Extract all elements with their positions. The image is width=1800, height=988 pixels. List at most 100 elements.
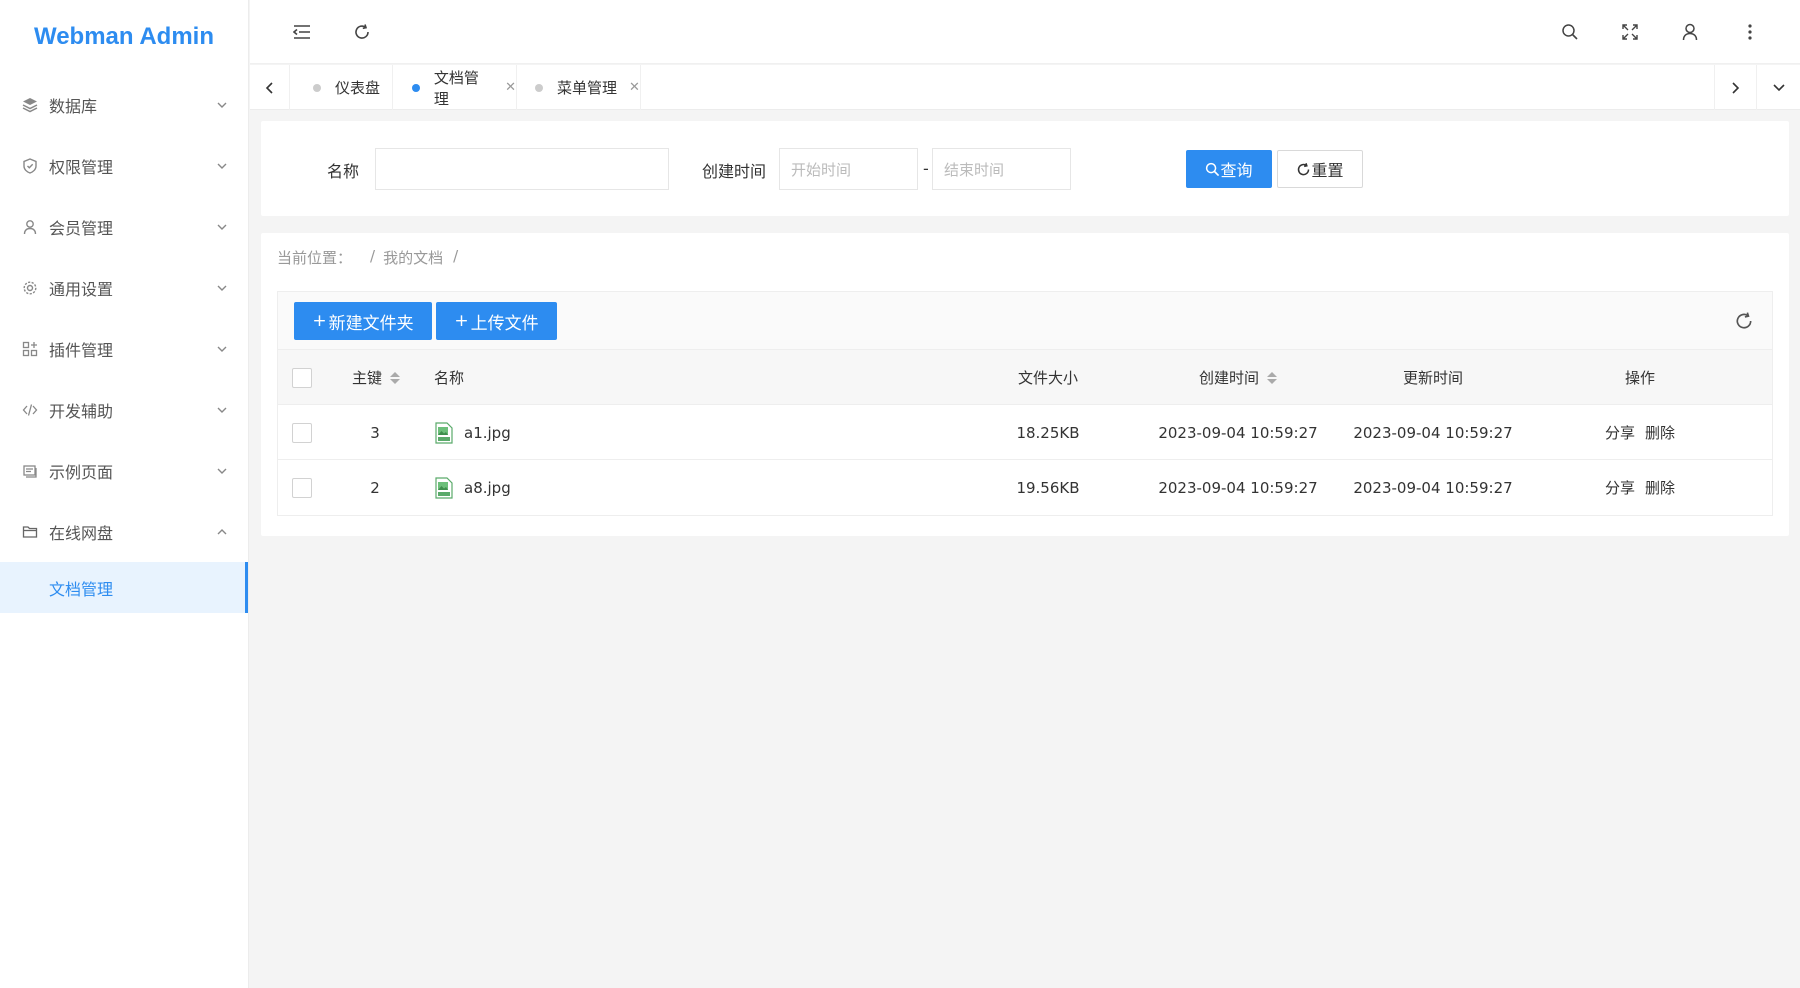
tab-scroll-left-icon[interactable] [250, 65, 290, 110]
column-created[interactable]: 创建时间 [1138, 350, 1338, 405]
code-icon [22, 402, 38, 418]
end-time-input[interactable]: 结束时间 [932, 148, 1071, 190]
sort-icon[interactable] [1267, 371, 1277, 384]
select-all-checkbox[interactable] [292, 367, 312, 388]
cell-id: 3 [370, 423, 380, 442]
sidebar-item-dev-tools[interactable]: 开发辅助 [0, 379, 248, 440]
menu-fold-icon[interactable] [290, 20, 314, 44]
cell-id: 2 [370, 478, 380, 497]
tab-menus[interactable]: 菜单管理 ✕ [517, 65, 641, 110]
gear-icon [22, 280, 38, 296]
table-row[interactable]: 3 a1.jpg 18.25KB 2023-09-04 10:59:27 202… [278, 405, 1772, 460]
close-icon[interactable]: ✕ [505, 80, 516, 95]
cell-created: 2023-09-04 10:59:27 [1158, 423, 1318, 442]
sidebar-item-examples[interactable]: 示例页面 [0, 440, 248, 501]
page-icon [22, 463, 38, 479]
new-folder-button[interactable]: + 新建文件夹 [294, 302, 432, 340]
sidebar-item-netdisk[interactable]: 在线网盘 [0, 501, 248, 562]
column-id-label: 主键 [352, 369, 383, 387]
sidebar-item-label: 权限管理 [49, 157, 114, 177]
query-button[interactable]: 查询 [1186, 150, 1272, 188]
cell-name[interactable]: a1.jpg [434, 405, 734, 460]
sidebar-item-label: 会员管理 [49, 218, 114, 238]
cell-actions: 分享 删除 [1540, 405, 1740, 460]
sidebar-item-plugins[interactable]: 插件管理 [0, 318, 248, 379]
image-file-icon [435, 421, 453, 444]
share-button[interactable]: 分享 [1605, 422, 1635, 443]
sidebar-item-settings[interactable]: 通用设置 [0, 257, 248, 318]
tab-status-dot [313, 83, 321, 92]
refresh-icon[interactable] [350, 20, 374, 44]
column-size: 文件大小 [1017, 369, 1078, 387]
plus-icon: + [312, 311, 327, 331]
name-label: 名称 [327, 162, 360, 181]
sidebar-item-permissions[interactable]: 权限管理 [0, 135, 248, 196]
row-checkbox[interactable] [292, 477, 312, 498]
breadcrumb-prefix: 当前位置： [277, 249, 353, 267]
upload-file-label: 上传文件 [470, 313, 539, 334]
cell-created: 2023-09-04 10:59:27 [1158, 478, 1318, 497]
tab-scroll-right-icon[interactable] [1714, 65, 1754, 110]
sidebar-item-database[interactable]: 数据库 [0, 74, 248, 135]
file-name-label: a1.jpg [464, 423, 511, 442]
sidebar-subitem-documents[interactable]: 文档管理 [0, 562, 248, 613]
chevron-down-icon [217, 163, 227, 169]
breadcrumb-folder[interactable]: 我的文档 [383, 247, 443, 268]
search-icon [1206, 162, 1220, 176]
database-icon [22, 97, 38, 113]
cell-name[interactable]: a8.jpg [434, 460, 734, 515]
sort-icon[interactable] [390, 371, 401, 384]
search-icon[interactable] [1558, 20, 1582, 44]
table-row[interactable]: 2 a8.jpg 19.56KB 2023-09-04 10:59:27 202… [278, 460, 1772, 515]
user-icon[interactable] [1678, 20, 1702, 44]
sidebar-item-label: 插件管理 [49, 340, 114, 360]
refresh-icon[interactable] [1734, 311, 1754, 331]
sidebar-item-label: 示例页面 [49, 462, 114, 482]
share-button[interactable]: 分享 [1605, 477, 1635, 498]
reset-button-label: 重置 [1311, 161, 1344, 180]
cell-updated: 2023-09-04 10:59:27 [1353, 478, 1513, 497]
close-icon[interactable]: ✕ [629, 80, 640, 95]
reset-button[interactable]: 重置 [1277, 150, 1363, 188]
tab-documents[interactable]: 文档管理 ✕ [393, 65, 517, 110]
delete-button[interactable]: 删除 [1645, 477, 1675, 498]
plus-icon: + [454, 311, 469, 331]
plugin-icon [22, 341, 38, 357]
chevron-down-icon [217, 224, 227, 230]
more-icon[interactable] [1738, 20, 1762, 44]
tab-status-dot [535, 83, 543, 92]
delete-button[interactable]: 删除 [1645, 422, 1675, 443]
column-updated: 更新时间 [1402, 369, 1463, 387]
search-panel: 名称 创建时间 开始时间 - 结束时间 查询 重置 [261, 121, 1789, 216]
shield-icon [22, 157, 38, 174]
column-id[interactable]: 主键 [352, 350, 432, 405]
row-checkbox[interactable] [292, 422, 312, 443]
name-input[interactable] [375, 148, 669, 190]
new-folder-label: 新建文件夹 [328, 313, 414, 334]
cell-actions: 分享 删除 [1540, 460, 1740, 515]
cell-updated: 2023-09-04 10:59:27 [1353, 423, 1513, 442]
query-button-label: 查询 [1220, 161, 1253, 180]
sidebar-item-label: 在线网盘 [49, 523, 114, 543]
column-actions: 操作 [1624, 369, 1655, 387]
folder-icon [22, 524, 38, 540]
range-separator: - [923, 159, 929, 178]
column-created-label: 创建时间 [1198, 369, 1259, 387]
image-file-icon [435, 476, 453, 499]
start-time-input[interactable]: 开始时间 [779, 148, 918, 190]
app-logo[interactable]: Webman Admin [0, 0, 248, 74]
upload-file-button[interactable]: + 上传文件 [436, 302, 557, 340]
chevron-up-icon [217, 528, 227, 534]
chevron-down-icon [217, 346, 227, 352]
created-time-label: 创建时间 [702, 162, 767, 181]
tab-status-dot [412, 83, 420, 92]
sidebar-item-label: 开发辅助 [49, 401, 114, 421]
sidebar-item-members[interactable]: 会员管理 [0, 196, 248, 257]
fullscreen-icon[interactable] [1618, 20, 1642, 44]
breadcrumb-separator: / [370, 247, 376, 265]
table-toolbar: + 新建文件夹 + 上传文件 [278, 292, 1772, 350]
tab-label: 文档管理 [433, 68, 479, 108]
cell-size: 19.56KB [1016, 478, 1080, 497]
tab-dashboard[interactable]: 仪表盘 [290, 65, 393, 110]
tab-dropdown-icon[interactable] [1756, 65, 1800, 110]
